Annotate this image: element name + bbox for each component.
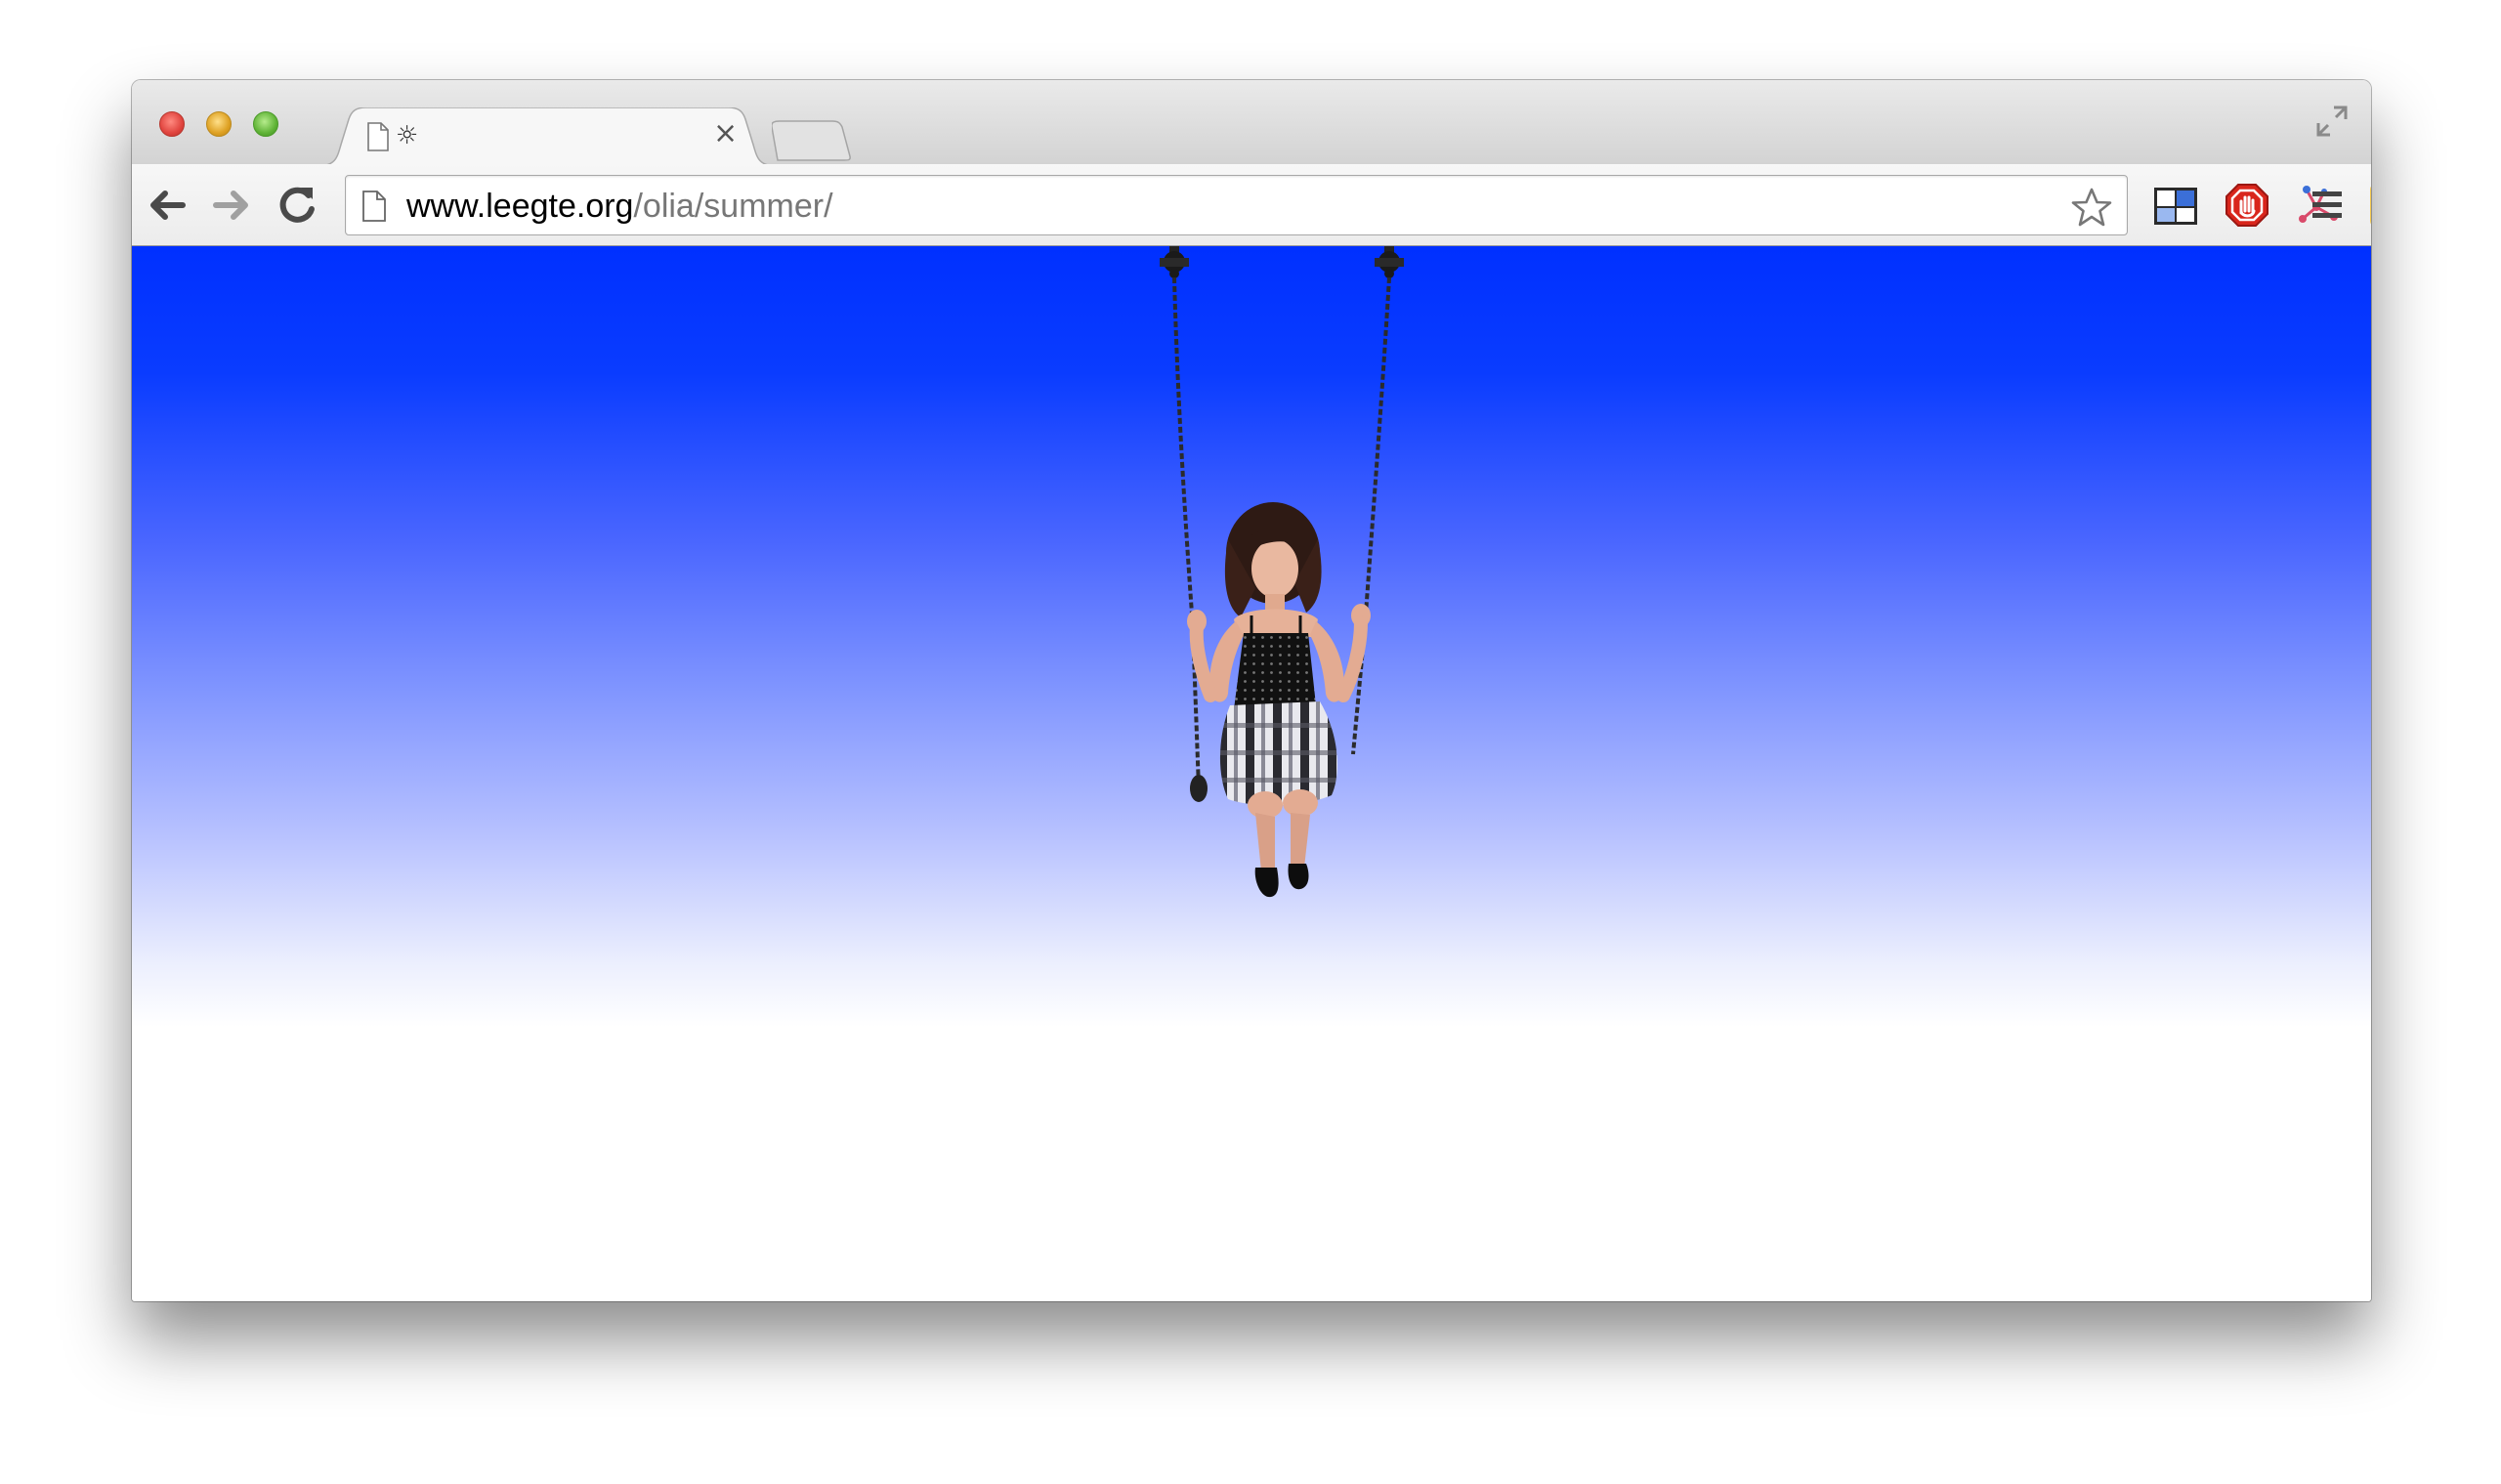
adblock-icon[interactable] [2224, 182, 2270, 229]
fullscreen-icon[interactable] [2314, 104, 2350, 144]
page-icon [366, 121, 390, 157]
back-icon[interactable] [144, 182, 191, 229]
browser-toolbar: www.leegte.org/olia/summer/ [132, 164, 2371, 246]
zoom-window-button[interactable] [253, 111, 278, 137]
browser-window: ☼ × www.leegte.org/olia/summer/ [132, 80, 2371, 1301]
url-host: www.leegte.org [406, 188, 634, 225]
close-window-button[interactable] [159, 111, 185, 137]
new-tab-button[interactable] [771, 119, 852, 167]
minimize-window-button[interactable] [206, 111, 232, 137]
reload-icon[interactable] [274, 182, 320, 229]
woman-on-swing-image [1160, 246, 1404, 898]
duckduckgo-icon[interactable] [2366, 182, 2371, 229]
forward-icon[interactable] [208, 182, 255, 229]
swing-hook-right [1375, 246, 1404, 278]
swing-chain-right [1351, 276, 1391, 755]
chrome-menu-icon[interactable] [2310, 186, 2346, 230]
swing-chain-left [1172, 276, 1201, 789]
active-tab[interactable]: ☼ × [318, 107, 777, 166]
pixel-editor-icon[interactable] [2152, 182, 2199, 229]
bookmark-star-icon[interactable] [2070, 187, 2113, 233]
url-path: /olia/summer/ [633, 188, 833, 225]
page-info-icon[interactable] [361, 190, 387, 228]
page-viewport [132, 246, 2371, 1301]
title-bar: ☼ × [132, 80, 2371, 167]
tab-close-icon[interactable]: × [713, 119, 738, 148]
url-text[interactable]: www.leegte.org/olia/summer/ [406, 188, 833, 225]
address-bar[interactable]: www.leegte.org/olia/summer/ [345, 175, 2128, 235]
swing-hook-left [1160, 246, 1189, 278]
tab-title: ☼ [396, 121, 419, 150]
